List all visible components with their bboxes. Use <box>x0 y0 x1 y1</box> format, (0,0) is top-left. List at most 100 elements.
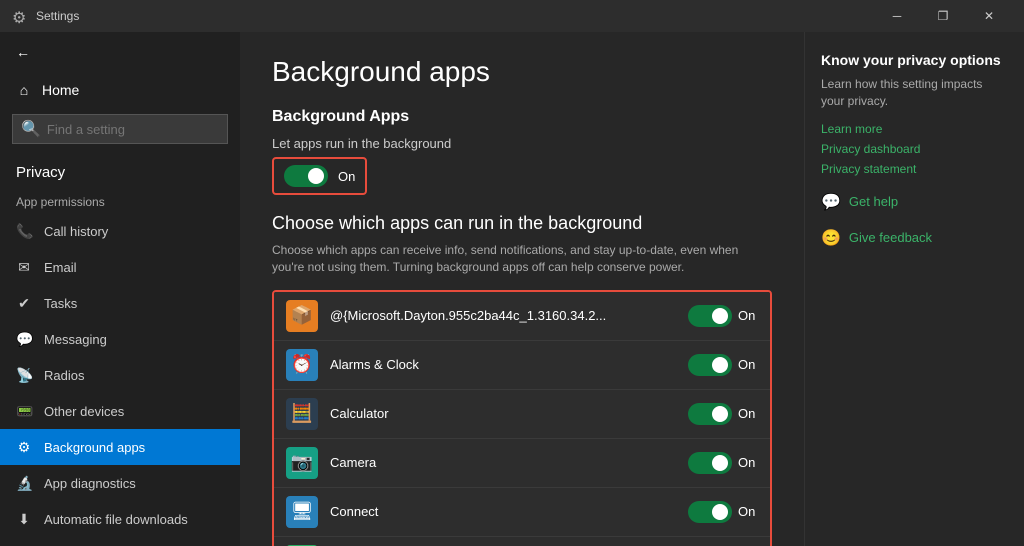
right-panel-desc: Learn how this setting impacts your priv… <box>821 76 1008 110</box>
other-devices-label: Other devices <box>44 404 124 419</box>
titlebar-title: Settings <box>36 9 874 23</box>
sidebar-item-radios[interactable]: 📡 Radios <box>0 357 240 393</box>
restore-button[interactable]: ❐ <box>920 0 966 32</box>
titlebar: ⚙ Settings ─ ❐ ✕ <box>0 0 1024 32</box>
titlebar-controls: ─ ❐ ✕ <box>874 0 1012 32</box>
dayton-toggle-area: On <box>688 305 758 327</box>
background-apps-icon: ⚙ <box>16 439 32 455</box>
sidebar-item-email[interactable]: ✉ Email <box>0 249 240 285</box>
dayton-toggle-label: On <box>738 308 758 323</box>
tasks-label: Tasks <box>44 296 77 311</box>
connect-toggle-label: On <box>738 504 758 519</box>
home-label: Home <box>42 82 79 98</box>
app-row-connect: 🖥 Connect On <box>274 488 770 537</box>
connect-icon: 🖥 <box>286 496 318 528</box>
email-label: Email <box>44 260 77 275</box>
background-apps-toggle[interactable] <box>284 165 328 187</box>
app-container: ← ⌂ Home 🔍 Privacy App permissions 📞 Cal… <box>0 32 1024 546</box>
privacy-heading: Privacy <box>0 154 240 187</box>
calculator-toggle-area: On <box>688 403 758 425</box>
calculator-icon: 🧮 <box>286 398 318 430</box>
sidebar-item-background-apps[interactable]: ⚙ Background apps <box>0 429 240 465</box>
choose-description: Choose which apps can receive info, send… <box>272 242 772 276</box>
camera-name: Camera <box>330 455 676 470</box>
app-row-calculator: 🧮 Calculator On <box>274 390 770 439</box>
sidebar-item-messaging[interactable]: 💬 Messaging <box>0 321 240 357</box>
section-title: Background Apps <box>272 108 772 126</box>
tasks-icon: ✔ <box>16 295 32 311</box>
alarms-clock-toggle-area: On <box>688 354 758 376</box>
calculator-toggle[interactable] <box>688 403 732 425</box>
auto-file-downloads-icon: ⬇ <box>16 511 32 527</box>
dayton-name: @{Microsoft.Dayton.955c2ba44c_1.3160.34.… <box>330 308 676 323</box>
dayton-icon: 📦 <box>286 300 318 332</box>
app-row-alarms-clock: ⏰ Alarms & Clock On <box>274 341 770 390</box>
sidebar-item-app-diagnostics[interactable]: 🔬 App diagnostics <box>0 465 240 501</box>
sidebar-item-auto-file-downloads[interactable]: ⬇ Automatic file downloads <box>0 501 240 537</box>
background-apps-label: Background apps <box>44 440 145 455</box>
dayton-toggle[interactable] <box>688 305 732 327</box>
get-help-icon: 💬 <box>821 192 841 212</box>
main-content: Background apps Background Apps Let apps… <box>240 32 804 546</box>
minimize-button[interactable]: ─ <box>874 0 920 32</box>
get-help-action[interactable]: 💬 Get help <box>821 192 1008 212</box>
sidebar-item-other-devices[interactable]: 📟 Other devices <box>0 393 240 429</box>
alarms-clock-toggle-label: On <box>738 357 758 372</box>
give-feedback-icon: 😊 <box>821 228 841 248</box>
camera-icon: 📷 <box>286 447 318 479</box>
other-devices-icon: 📟 <box>16 403 32 419</box>
toggle-description: Let apps run in the background <box>272 136 772 151</box>
search-input[interactable] <box>47 122 223 137</box>
sidebar-item-call-history[interactable]: 📞 Call history <box>0 213 240 249</box>
app-permissions-heading: App permissions <box>0 187 240 213</box>
get-help-label: Get help <box>849 194 898 209</box>
connect-toggle[interactable] <box>688 501 732 523</box>
right-panel-title: Know your privacy options <box>821 52 1008 68</box>
app-diagnostics-label: App diagnostics <box>44 476 136 491</box>
camera-toggle[interactable] <box>688 452 732 474</box>
right-panel: Know your privacy options Learn how this… <box>804 32 1024 546</box>
privacy-statement-link[interactable]: Privacy statement <box>821 162 1008 176</box>
back-button[interactable]: ← <box>0 32 240 72</box>
app-row-feedback-hub: 💬 Feedback Hub On <box>274 537 770 546</box>
close-button[interactable]: ✕ <box>966 0 1012 32</box>
alarms-clock-icon: ⏰ <box>286 349 318 381</box>
app-row-dayton: 📦 @{Microsoft.Dayton.955c2ba44c_1.3160.3… <box>274 292 770 341</box>
camera-toggle-area: On <box>688 452 758 474</box>
give-feedback-action[interactable]: 😊 Give feedback <box>821 228 1008 248</box>
app-row-camera: 📷 Camera On <box>274 439 770 488</box>
messaging-icon: 💬 <box>16 331 32 347</box>
email-icon: ✉ <box>16 259 32 275</box>
privacy-dashboard-link[interactable]: Privacy dashboard <box>821 142 1008 156</box>
toggle-on-label: On <box>338 169 355 184</box>
alarms-clock-toggle[interactable] <box>688 354 732 376</box>
calculator-toggle-label: On <box>738 406 758 421</box>
page-title: Background apps <box>272 56 772 88</box>
alarms-clock-name: Alarms & Clock <box>330 357 676 372</box>
connect-name: Connect <box>330 504 676 519</box>
choose-section-title: Choose which apps can run in the backgro… <box>272 213 772 234</box>
sidebar: ← ⌂ Home 🔍 Privacy App permissions 📞 Cal… <box>0 32 240 546</box>
learn-more-link[interactable]: Learn more <box>821 122 1008 136</box>
sidebar-item-tasks[interactable]: ✔ Tasks <box>0 285 240 321</box>
call-history-icon: 📞 <box>16 223 32 239</box>
give-feedback-label: Give feedback <box>849 230 932 245</box>
call-history-label: Call history <box>44 224 108 239</box>
settings-window-icon: ⚙ <box>12 8 28 24</box>
sidebar-item-documents[interactable]: 📄 Documents <box>0 537 240 546</box>
connect-toggle-area: On <box>688 501 758 523</box>
sidebar-item-home[interactable]: ⌂ Home <box>0 72 240 108</box>
home-icon: ⌂ <box>16 82 32 98</box>
camera-toggle-label: On <box>738 455 758 470</box>
back-icon: ← <box>16 44 30 60</box>
radios-icon: 📡 <box>16 367 32 383</box>
calculator-name: Calculator <box>330 406 676 421</box>
auto-file-downloads-label: Automatic file downloads <box>44 512 188 527</box>
app-diagnostics-icon: 🔬 <box>16 475 32 491</box>
app-list: 📦 @{Microsoft.Dayton.955c2ba44c_1.3160.3… <box>272 290 772 546</box>
radios-label: Radios <box>44 368 84 383</box>
search-box[interactable]: 🔍 <box>12 114 228 144</box>
messaging-label: Messaging <box>44 332 107 347</box>
search-icon: 🔍 <box>21 119 41 139</box>
main-toggle-wrapper: On <box>272 157 367 195</box>
